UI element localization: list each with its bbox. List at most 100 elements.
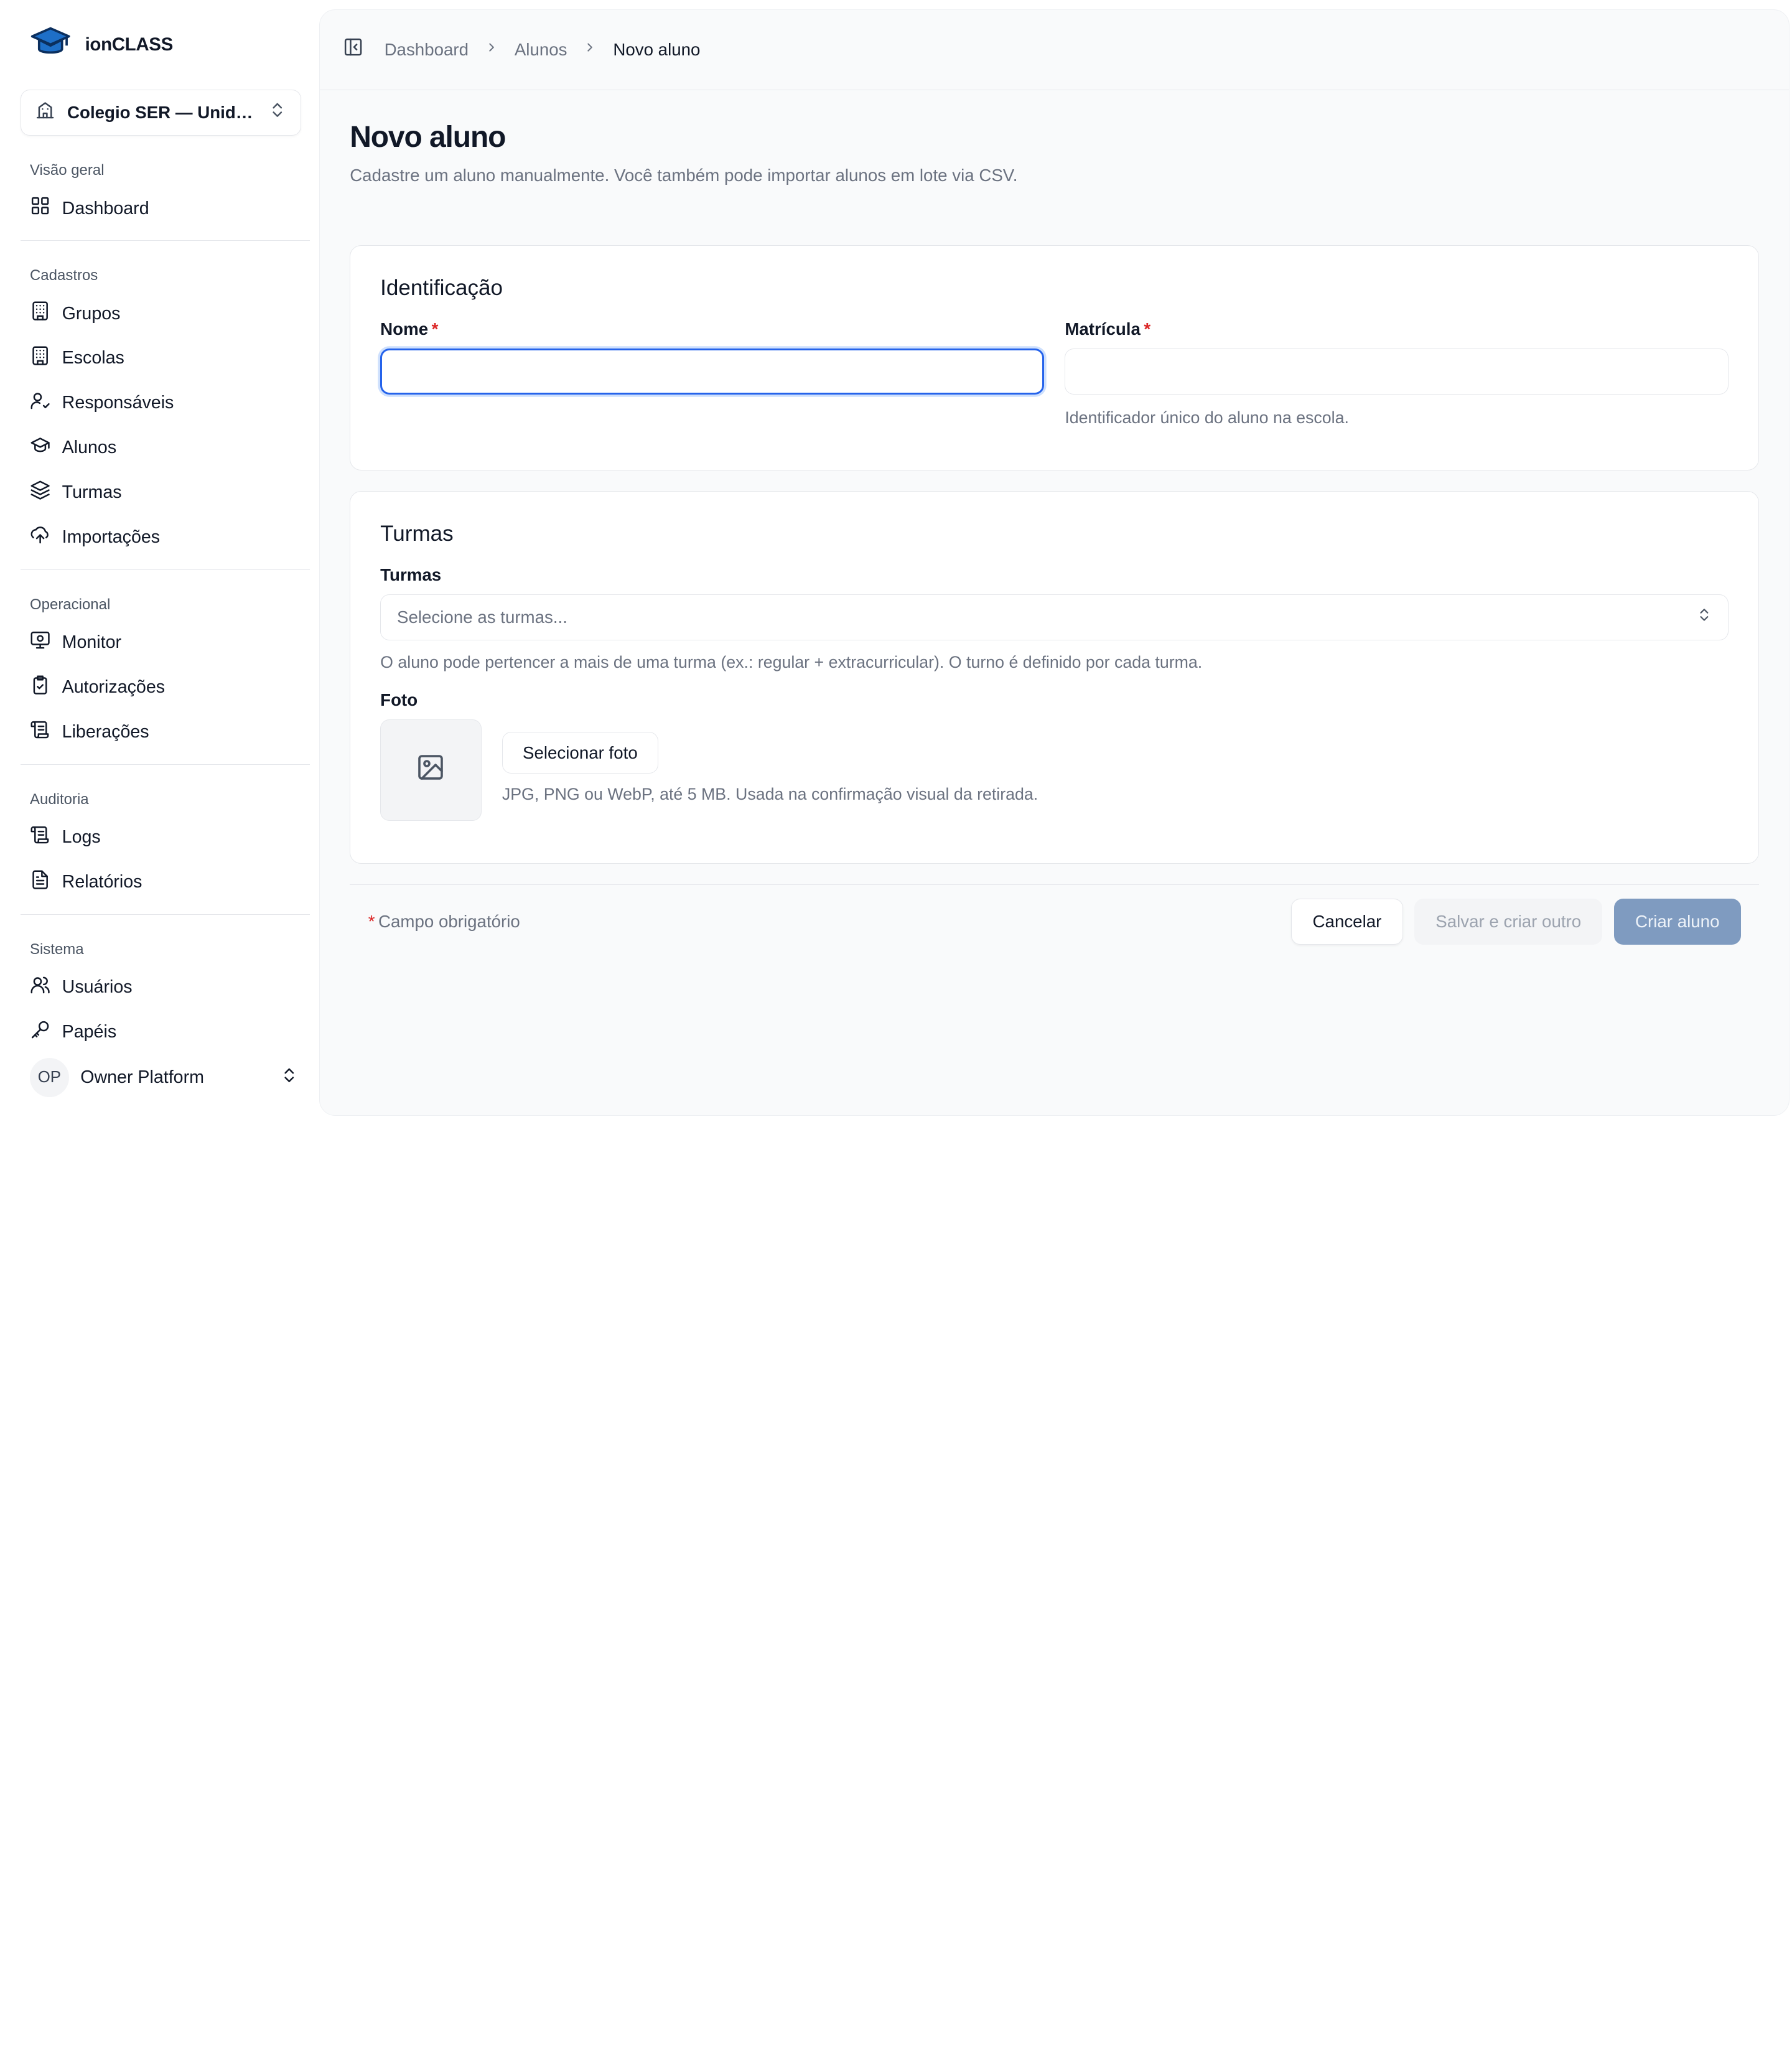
nav-section-sistema: Sistema Usuários Papéis [21, 915, 310, 1064]
graduation-cap-icon [30, 435, 50, 461]
school-switcher-label: Colegio SER — Unida... [67, 102, 257, 122]
building-icon [30, 301, 50, 326]
graduation-cap-logo-icon [30, 25, 71, 64]
building-icon [35, 100, 55, 125]
sidebar-item-importacoes[interactable]: Importações [21, 515, 310, 560]
breadcrumb-alunos[interactable]: Alunos [515, 40, 567, 60]
foto-label: Foto [380, 690, 418, 710]
cancel-button[interactable]: Cancelar [1291, 898, 1403, 945]
foto-hint: JPG, PNG ou WebP, até 5 MB. Usada na con… [502, 785, 1038, 804]
scroll-icon [30, 719, 50, 745]
section-title: Cadastros [29, 266, 98, 284]
layers-icon [30, 480, 50, 505]
users-icon [30, 975, 50, 1000]
cloud-upload-icon [30, 525, 50, 550]
matricula-input[interactable] [1065, 348, 1729, 395]
matricula-field: Matrícula * Identificador único do aluno … [1065, 319, 1729, 428]
nome-label: Nome * [380, 319, 1044, 339]
user-menu[interactable]: OP Owner Platform [29, 1058, 299, 1098]
sidebar-item-alunos[interactable]: Alunos [21, 426, 310, 470]
matricula-label: Matrícula * [1065, 319, 1729, 339]
section-title: Sistema [29, 940, 84, 958]
sidebar-item-escolas[interactable]: Escolas [21, 336, 310, 381]
form-footer: * Campo obrigatório Cancelar Salvar e cri… [350, 884, 1760, 945]
nav-section-cadastros: Cadastros Grupos Escolas Responsáveis Al… [21, 241, 310, 570]
foto-row: Selecionar foto JPG, PNG ou WebP, até 5 … [380, 719, 1729, 821]
brand[interactable]: ionCLASS [21, 0, 310, 90]
sidebar-item-grupos[interactable]: Grupos [21, 291, 310, 336]
turmas-select[interactable]: Selecione as turmas... [380, 594, 1729, 640]
sidebar: ionCLASS Colegio SER — Unida... Visão ge… [0, 0, 319, 1120]
matricula-hint: Identificador único do aluno na escola. [1065, 408, 1349, 427]
chevron-right-icon [583, 40, 597, 58]
turmas-card: Turmas Turmas Selecione as turmas... O a… [350, 491, 1760, 864]
nav-section-auditoria: Auditoria Logs Relatórios [21, 765, 310, 915]
file-text-icon [30, 869, 50, 895]
sidebar-item-label: Grupos [62, 303, 121, 324]
turmas-hint: O aluno pode pertencer a mais de uma tur… [380, 652, 1203, 671]
photo-actions: Selecionar foto JPG, PNG ou WebP, até 5 … [502, 719, 1038, 820]
sidebar-item-label: Alunos [62, 437, 117, 458]
monitor-icon [30, 630, 50, 655]
chevrons-up-down-icon [268, 101, 287, 124]
save-and-create-another-button[interactable]: Salvar e criar outro [1414, 898, 1603, 945]
turmas-label: Turmas [380, 564, 442, 584]
required-note-text: Campo obrigatório [378, 911, 520, 931]
identificacao-card: Identificação Nome * Matrícula * Identific… [350, 245, 1760, 471]
sidebar-toggle-icon[interactable] [343, 37, 363, 62]
school-switcher[interactable]: Colegio SER — Unida... [21, 89, 301, 136]
required-mark: * [368, 911, 375, 931]
section-title: Visão geral [29, 161, 105, 179]
scroll-icon [30, 825, 50, 850]
section-title: Operacional [29, 596, 111, 613]
sidebar-item-label: Autorizações [62, 677, 166, 698]
sidebar-item-label: Dashboard [62, 198, 149, 218]
select-photo-button[interactable]: Selecionar foto [502, 732, 658, 774]
sidebar-item-relatorios[interactable]: Relatórios [21, 860, 310, 905]
required-note: * Campo obrigatório [368, 912, 520, 932]
matricula-label-text: Matrícula [1065, 319, 1141, 339]
page-content: Novo aluno Cadastre um aluno manualmente… [320, 90, 1789, 945]
sidebar-item-dashboard[interactable]: Dashboard [21, 186, 310, 231]
sidebar-item-label: Liberações [62, 722, 149, 742]
chevron-right-icon [485, 40, 498, 58]
sidebar-item-label: Usuários [62, 977, 133, 998]
sidebar-item-papeis[interactable]: Papéis [21, 1010, 310, 1055]
sidebar-item-usuarios[interactable]: Usuários [21, 965, 310, 1010]
sidebar-item-label: Turmas [62, 482, 122, 503]
user-check-icon [30, 390, 50, 416]
sidebar-item-liberacoes[interactable]: Liberações [21, 710, 310, 755]
required-mark: * [431, 319, 439, 339]
required-mark: * [1144, 319, 1151, 339]
nav-section-visao-geral: Visão geral Dashboard [21, 136, 310, 241]
sidebar-item-logs[interactable]: Logs [21, 815, 310, 860]
breadcrumb-dashboard[interactable]: Dashboard [385, 40, 469, 60]
chevrons-up-down-icon [280, 1066, 299, 1090]
turmas-select-placeholder: Selecione as turmas... [397, 607, 567, 627]
image-icon [416, 752, 446, 787]
create-student-button[interactable]: Criar aluno [1613, 898, 1741, 945]
sidebar-item-monitor[interactable]: Monitor [21, 620, 310, 665]
sidebar-item-label: Escolas [62, 348, 124, 368]
card-title: Turmas [380, 522, 454, 546]
page-subtitle: Cadastre um aluno manualmente. Você tamb… [350, 166, 1018, 185]
clipboard-check-icon [30, 675, 50, 700]
key-icon [30, 1019, 50, 1045]
nome-label-text: Nome [380, 319, 429, 339]
breadcrumb: Dashboard Alunos Novo aluno [385, 40, 701, 60]
sidebar-item-label: Relatórios [62, 872, 142, 892]
sidebar-item-label: Responsáveis [62, 393, 174, 413]
breadcrumb-current: Novo aluno [613, 39, 701, 59]
nome-field: Nome * [380, 319, 1045, 428]
sidebar-item-label: Papéis [62, 1022, 117, 1042]
sidebar-item-responsaveis[interactable]: Responsáveis [21, 381, 310, 426]
nome-input[interactable] [380, 348, 1045, 395]
topbar: Dashboard Alunos Novo aluno [320, 10, 1790, 90]
sidebar-item-label: Importações [62, 527, 161, 548]
card-title: Identificação [380, 276, 503, 301]
app-root: ionCLASS Colegio SER — Unida... Visão ge… [0, 0, 1792, 1120]
sidebar-item-autorizacoes[interactable]: Autorizações [21, 665, 310, 710]
sidebar-item-turmas[interactable]: Turmas [21, 470, 310, 515]
building-icon [30, 345, 50, 371]
grid-icon [30, 195, 50, 221]
